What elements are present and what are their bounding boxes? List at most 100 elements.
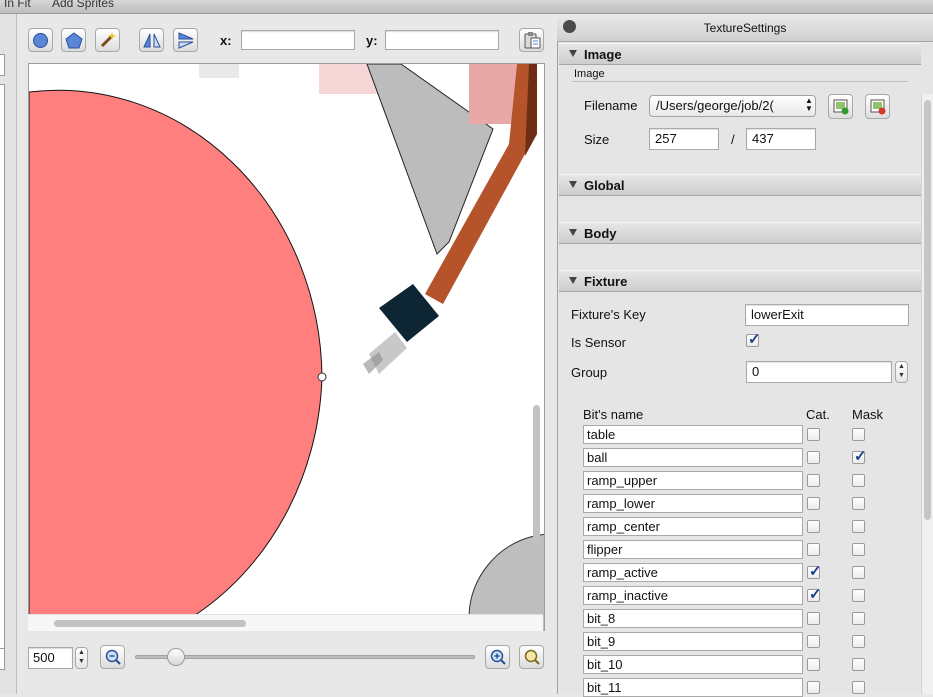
image-width-field[interactable]: 257 [649, 128, 719, 150]
bit-mask-checkbox[interactable]: ✓ [852, 448, 867, 465]
bit-name-field[interactable]: ramp_active [583, 563, 803, 582]
left-sidebar-edge [0, 14, 17, 694]
zoom-out-button[interactable] [100, 645, 125, 669]
selected-circle-shape[interactable] [29, 89, 323, 631]
pentagon-icon [64, 31, 83, 48]
polygon-tool-button[interactable] [61, 28, 86, 52]
filename-popup[interactable]: /Users/george/job/2( [649, 95, 816, 117]
group-field[interactable]: 0 [746, 361, 892, 383]
canvas-vertical-scroll-thumb[interactable] [533, 405, 540, 543]
checkmark-icon: ✓ [854, 448, 867, 465]
bit-mask-checkbox[interactable] [852, 589, 865, 602]
add-sprites-label[interactable]: Add Sprites [52, 0, 114, 10]
bit-cat-checkbox[interactable] [807, 520, 820, 533]
bit-name-field[interactable]: bit_9 [583, 632, 803, 651]
bit-name-field[interactable]: ball [583, 448, 803, 467]
bit-name-field[interactable]: flipper [583, 540, 803, 559]
zoom-fit-icon [524, 649, 540, 665]
fixture-key-label: Fixture's Key [571, 307, 646, 322]
bit-mask-checkbox[interactable] [852, 543, 865, 556]
remove-image-button[interactable] [865, 94, 890, 119]
bit-mask-checkbox[interactable] [852, 520, 865, 533]
window-top-strip: In Fit Add Sprites [0, 0, 933, 14]
bit-mask-checkbox[interactable] [852, 428, 865, 441]
filename-label: Filename [584, 98, 638, 113]
image-height-field[interactable]: 437 [746, 128, 816, 150]
left-edge-field-bottom[interactable] [0, 648, 5, 670]
canvas-horizontal-scrollbar[interactable] [28, 614, 543, 631]
fixture-key-field[interactable]: lowerExit [745, 304, 909, 326]
section-body-header[interactable]: Body [559, 222, 921, 244]
section-global-label: Global [584, 178, 625, 193]
bit-cat-checkbox[interactable] [807, 658, 820, 671]
bit-name-field[interactable]: table [583, 425, 803, 444]
bit-mask-checkbox[interactable] [852, 497, 865, 510]
group-label: Group [571, 365, 608, 380]
bit-cat-checkbox[interactable] [807, 612, 820, 625]
checkmark-icon: ✓ [748, 331, 761, 348]
section-global-header[interactable]: Global [559, 174, 921, 196]
clipboard-icon [524, 32, 540, 49]
bit-mask-checkbox[interactable] [852, 681, 865, 694]
disclosure-triangle-icon [569, 229, 577, 236]
zoom-slider-track[interactable] [135, 655, 475, 659]
flip-vertical-button[interactable] [173, 28, 198, 52]
bit-cat-checkbox[interactable] [807, 451, 820, 464]
bit-cat-checkbox[interactable] [807, 497, 820, 510]
bit-mask-checkbox[interactable] [852, 612, 865, 625]
bit-cat-checkbox[interactable]: ✓ [807, 563, 822, 580]
magic-wand-tool-button[interactable] [95, 28, 120, 52]
group-stepper[interactable]: ▲ ▼ [895, 361, 908, 383]
circle-tool-button[interactable] [28, 28, 53, 52]
y-coordinate-input[interactable] [385, 30, 499, 50]
bit-cat-checkbox[interactable] [807, 543, 820, 556]
bit-mask-checkbox[interactable] [852, 474, 865, 487]
sprite-canvas[interactable] [28, 63, 545, 631]
section-fixture-header[interactable]: Fixture [559, 270, 921, 292]
left-edge-field[interactable] [0, 54, 5, 76]
clipboard-button[interactable] [519, 28, 544, 52]
bit-name-field[interactable]: bit_11 [583, 678, 803, 697]
bit-mask-checkbox[interactable] [852, 635, 865, 648]
bit-name-field[interactable]: ramp_inactive [583, 586, 803, 605]
bits-cat-header: Cat. [806, 407, 830, 422]
zoom-in-icon [490, 649, 506, 665]
blur-pixels-top [199, 64, 239, 78]
zoom-stepper[interactable]: ▲ ▼ [75, 647, 88, 669]
bit-cat-checkbox[interactable]: ✓ [807, 586, 822, 603]
zoom-fit-button[interactable] [519, 645, 544, 669]
horizontal-scroll-thumb[interactable] [54, 620, 246, 627]
bit-mask-checkbox[interactable] [852, 566, 865, 579]
bit-cat-checkbox[interactable] [807, 635, 820, 648]
zoom-value-field[interactable]: 500 [28, 647, 73, 669]
circle-radius-handle[interactable] [317, 372, 327, 382]
panel-scroll-thumb[interactable] [924, 100, 931, 520]
flip-horizontal-button[interactable] [139, 28, 164, 52]
zoom-slider-knob[interactable] [167, 648, 185, 666]
bit-cat-checkbox[interactable] [807, 474, 820, 487]
bit-name-field[interactable]: ramp_center [583, 517, 803, 536]
is-sensor-checkbox[interactable]: ✓ [746, 331, 761, 348]
x-coordinate-input[interactable] [241, 30, 355, 50]
is-sensor-label: Is Sensor [571, 335, 626, 350]
section-body-label: Body [584, 226, 617, 241]
section-image-header[interactable]: Image [559, 43, 921, 65]
x-label: x: [220, 33, 232, 48]
bit-name-field[interactable]: bit_8 [583, 609, 803, 628]
bit-name-field[interactable]: bit_10 [583, 655, 803, 674]
sprite-canvas-drawing[interactable] [29, 64, 545, 631]
size-separator: / [731, 132, 735, 147]
zoom-in-button[interactable] [485, 645, 510, 669]
disclosure-triangle-icon [569, 277, 577, 284]
left-edge-list[interactable] [0, 84, 5, 649]
add-image-button[interactable] [828, 94, 853, 119]
panel-close-icon[interactable] [563, 20, 576, 33]
panel-title-bar: TextureSettings [557, 14, 933, 42]
checkmark-icon: ✓ [809, 563, 822, 580]
bit-cat-checkbox[interactable] [807, 681, 820, 694]
bit-name-field[interactable]: ramp_lower [583, 494, 803, 513]
image-group-label: Image [574, 68, 605, 80]
bit-name-field[interactable]: ramp_upper [583, 471, 803, 490]
bit-mask-checkbox[interactable] [852, 658, 865, 671]
bit-cat-checkbox[interactable] [807, 428, 820, 441]
